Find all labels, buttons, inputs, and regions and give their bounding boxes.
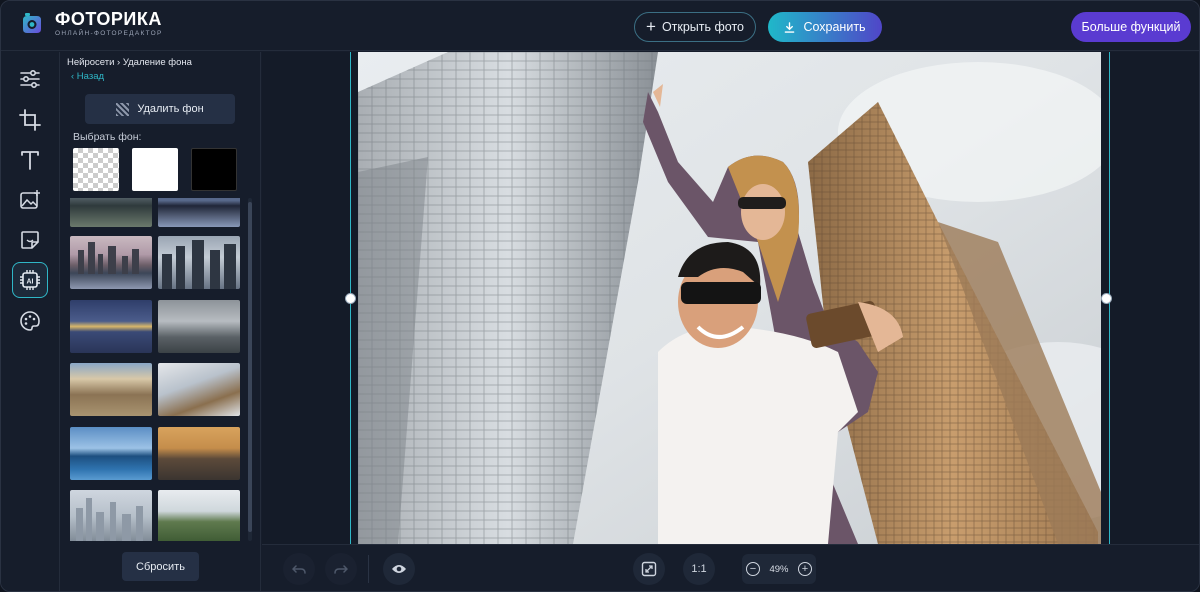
hatch-icon [116,102,130,116]
open-photo-button[interactable]: + Открыть фото [634,12,756,42]
redo-button[interactable] [325,553,357,585]
zoom-out-button[interactable]: − [746,562,760,576]
swatch-transparent[interactable] [73,148,119,191]
logo-title: ФОТОРИКА [55,9,162,29]
breadcrumb: Нейросети › Удаление фона [67,57,192,68]
resize-handle-right[interactable] [1101,293,1112,304]
undo-icon [292,565,306,574]
swatch-black[interactable] [191,148,237,191]
actual-size-button[interactable]: 1:1 [683,553,715,585]
more-features-button[interactable]: Больше функций [1071,12,1191,42]
sticker-icon [21,231,39,249]
background-thumbnail[interactable] [158,198,240,227]
background-thumbnail[interactable] [70,198,152,227]
ai-chip-label: AI [27,278,34,285]
background-thumbnail[interactable] [70,236,152,289]
fit-screen-button[interactable] [633,553,665,585]
canvas-stage [262,52,1199,544]
logo-icon [19,11,45,37]
zoom-in-button[interactable]: + [797,562,812,576]
tool-ai[interactable]: AI [12,262,48,298]
background-removal-panel: Нейросети › Удаление фона ‹ Назад Удалит… [61,52,261,591]
save-label: Сохранить [803,20,866,34]
background-thumbnail[interactable] [70,427,152,480]
bottom-toolbar: 1:1 − 49% + [262,544,1199,591]
logo[interactable]: ФОТОРИКА ОНЛАЙН-ФОТОРЕДАКТОР [19,10,163,37]
header: ФОТОРИКА ОНЛАЙН-ФОТОРЕДАКТОР + Открыть ф… [1,1,1199,51]
remove-background-label: Удалить фон [137,103,204,115]
background-thumbnail[interactable] [158,300,240,353]
zoom-control: − 49% + [742,554,816,584]
add-image-icon [20,190,40,209]
photo-image [358,52,1101,544]
undo-button[interactable] [283,553,315,585]
zoom-level: 49% [769,563,789,575]
more-features-label: Больше функций [1081,20,1181,34]
swatch-white[interactable] [132,148,178,191]
preview-button[interactable] [383,553,415,585]
palette-icon [20,311,40,331]
resize-handle-left[interactable] [345,293,356,304]
ai-chip-icon: AI [20,270,40,290]
background-thumbnail[interactable] [158,490,240,541]
tool-adjust[interactable] [12,61,48,97]
background-thumbnail[interactable] [70,490,152,541]
divider [368,555,369,583]
text-icon [21,151,39,170]
scrollbar-thumb[interactable] [248,202,252,532]
adjust-icon [20,69,40,89]
plus-icon: + [646,17,656,36]
editor-app: ФОТОРИКА ОНЛАЙН-ФОТОРЕДАКТОР + Открыть ф… [0,0,1200,592]
tool-add-image[interactable] [12,182,48,218]
remove-background-button[interactable]: Удалить фон [85,94,235,124]
download-icon [785,21,795,33]
background-thumbnail[interactable] [158,427,240,480]
background-thumbnail[interactable] [158,363,240,416]
background-thumbnail[interactable] [70,300,152,353]
crop-icon [19,109,41,131]
reset-button[interactable]: Сбросить [122,552,199,581]
tool-sidebar: AI [1,52,60,591]
thumbnails-scrollbar[interactable] [248,198,252,541]
logo-subtitle: ОНЛАЙН-ФОТОРЕДАКТОР [55,30,163,37]
eye-icon [392,565,406,573]
photo-canvas[interactable] [358,52,1101,544]
background-thumbnails [70,198,242,541]
background-thumbnail[interactable] [158,236,240,289]
background-thumbnail[interactable] [70,363,152,416]
tool-sticker[interactable] [12,222,48,258]
tool-crop[interactable] [12,102,48,138]
choose-background-label: Выбрать фон: [73,131,142,143]
back-link[interactable]: ‹ Назад [71,71,104,82]
tool-text[interactable] [12,142,48,178]
save-button[interactable]: Сохранить [768,12,882,42]
open-photo-label: Открыть фото [661,20,744,34]
redo-icon [334,565,348,574]
fit-screen-icon [641,561,657,577]
tool-palette[interactable] [12,303,48,339]
